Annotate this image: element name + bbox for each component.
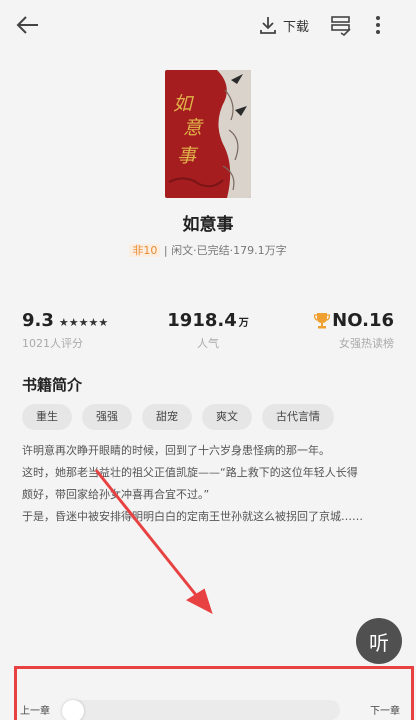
rank-list-name: 女强热读榜 bbox=[339, 337, 394, 350]
download-button[interactable]: 下载 bbox=[259, 13, 309, 37]
tag-list: 重生 强强 甜宠 爽文 古代言情 bbox=[22, 404, 334, 432]
synopsis-text[interactable]: 许明意再次睁开眼睛的时候，回到了十六岁身患怪病的那一年。 这时，她那老当益壮的祖… bbox=[22, 440, 398, 528]
more-vertical-icon bbox=[376, 16, 380, 34]
cover-title-line2: 意 bbox=[183, 117, 204, 139]
synopsis-heading: 书籍简介 bbox=[22, 376, 83, 394]
catalog-button[interactable] bbox=[330, 14, 352, 37]
listen-button[interactable]: 听 bbox=[356, 618, 402, 664]
popularity-value: 1918.4 bbox=[167, 310, 237, 331]
rank-stat[interactable]: NO.16 女强热读榜 bbox=[314, 310, 394, 351]
popularity-unit: 万 bbox=[238, 318, 249, 329]
tag-chip[interactable]: 甜宠 bbox=[142, 404, 192, 430]
catalog-icon bbox=[331, 16, 351, 37]
synopsis-line: 颇好，带回家给孙女冲喜再合宜不过。” bbox=[22, 488, 210, 501]
book-cover[interactable]: 如 意 事 bbox=[165, 70, 251, 198]
book-cover-art: 如 意 事 bbox=[165, 70, 251, 198]
tag-chip[interactable]: 爽文 bbox=[202, 404, 252, 430]
download-label: 下载 bbox=[283, 19, 310, 35]
tag-chip[interactable]: 重生 bbox=[22, 404, 72, 430]
trophy-icon bbox=[314, 312, 331, 328]
cover-title-line3: 事 bbox=[177, 145, 199, 167]
book-meta-text: | 闲文·已完结·179.1万字 bbox=[160, 244, 287, 257]
rating-badge: 非10 bbox=[129, 244, 161, 257]
synopsis-line: 这时，她那老当益壮的祖父正值凯旋——“路上救下的这位年轻人长得 bbox=[22, 466, 358, 479]
download-icon bbox=[260, 17, 276, 34]
more-options-button[interactable] bbox=[368, 12, 388, 38]
top-bar: 下载 bbox=[0, 0, 416, 50]
tag-chip[interactable]: 强强 bbox=[82, 404, 132, 430]
back-arrow-icon bbox=[16, 16, 38, 34]
stats-row: 9.3 ★★★★★ 1021人评分 1918.4 万 人气 NO.16 女强热读… bbox=[0, 310, 416, 350]
back-button[interactable] bbox=[14, 12, 42, 38]
book-meta: 非10 | 闲文·已完结·179.1万字 bbox=[0, 242, 416, 258]
annotation-highlight-box bbox=[14, 666, 414, 720]
tag-chip[interactable]: 古代言情 bbox=[262, 404, 334, 430]
book-title: 如意事 bbox=[182, 215, 234, 235]
synopsis-line: 许明意再次睁开眼睛的时候，回到了十六岁身患怪病的那一年。 bbox=[22, 444, 330, 457]
rank-value: NO.16 bbox=[332, 310, 394, 331]
cover-title-line1: 如 bbox=[173, 93, 195, 115]
synopsis-line: 于是，昏迷中被安排得明明白白的定南王世孙就这么被拐回了京城…… bbox=[22, 510, 363, 523]
